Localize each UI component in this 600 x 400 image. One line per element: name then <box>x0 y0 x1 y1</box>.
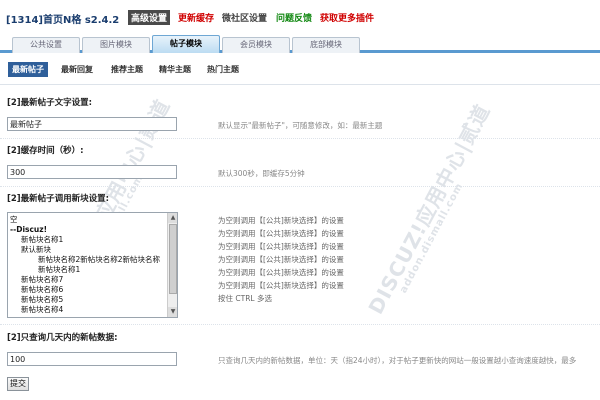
feedback-link[interactable]: 问题反馈 <box>276 11 312 24</box>
list-option[interactable]: 新帖块名称7 <box>21 275 63 285</box>
list-option[interactable]: 默认新块 <box>21 245 51 255</box>
list-option[interactable]: 新帖块名称2新帖块名称2新帖块名称 <box>38 255 166 265</box>
block-hint: 为空则调用【[公共]新块选择】的设置 <box>218 229 344 238</box>
cache-setting-hint: 默认300秒，即缓存5分钟 <box>218 169 305 178</box>
tab-image[interactable]: 图片模块 <box>82 37 150 53</box>
text-setting-hint: 默认显示"最新帖子"，可随意修改，如：最新主题 <box>218 121 383 130</box>
list-option[interactable]: 新帖块名称1 <box>38 265 80 275</box>
block-multiselect[interactable]: 空 --Discuz! 新帖块名称1 默认新块 新帖块名称2新帖块名称2新帖块名… <box>7 212 178 318</box>
block-hint: 为空则调用【[公共]新块选择】的设置 <box>218 268 344 277</box>
more-plugins-link[interactable]: 获取更多插件 <box>320 11 374 24</box>
list-option[interactable]: --Discuz! <box>10 225 47 235</box>
block-hint: 为空则调用【[公共]新块选择】的设置 <box>218 255 344 264</box>
divider <box>0 84 600 85</box>
watermark-right: DISCUZ!应用中心|贰道 <box>363 100 495 319</box>
days-input[interactable] <box>7 352 177 366</box>
advanced-settings-link[interactable]: 高级设置 <box>128 10 171 25</box>
submit-button[interactable]: 提交 <box>7 377 29 391</box>
scroll-down-arrow-icon[interactable]: ▼ <box>168 307 177 317</box>
scroll-thumb[interactable] <box>169 224 177 294</box>
list-option[interactable]: 新帖块名称4 <box>21 305 63 315</box>
subtab-digest[interactable]: 精华主题 <box>159 64 191 75</box>
list-option[interactable]: 空 <box>10 215 18 225</box>
tab-common[interactable]: 公共设置 <box>12 37 80 53</box>
days-setting-hint: 只查询几天内的新帖数据，单位：天（指24小时），对于帖子更新快的网站一般设置越小… <box>218 356 577 365</box>
header: [1314]首页N格 s2.4.2 高级设置 更新缓存 微社区设置 问题反馈 获… <box>0 0 600 33</box>
row-separator <box>0 138 600 139</box>
days-setting-label: [2]只查询几天内的新帖数据: <box>7 333 118 343</box>
micro-community-link[interactable]: 微社区设置 <box>222 11 267 24</box>
subtab-latest-threads[interactable]: 最新帖子 <box>8 62 48 77</box>
subtab-hot[interactable]: 热门主题 <box>207 64 239 75</box>
subtab-latest-replies[interactable]: 最新回复 <box>61 64 93 75</box>
list-option[interactable]: 新帖块名称6 <box>21 285 63 295</box>
list-option[interactable]: 新帖块名称1 <box>21 235 63 245</box>
subtab-recommended[interactable]: 推荐主题 <box>111 64 143 75</box>
scroll-up-arrow-icon[interactable]: ▲ <box>168 213 177 223</box>
row-separator <box>0 324 600 325</box>
block-hint: 为空则调用【[公共]新块选择】的设置 <box>218 281 344 290</box>
listbox-scrollbar[interactable]: ▲ ▼ <box>167 213 177 317</box>
plugin-title: [1314]首页N格 s2.4.2 <box>6 15 120 26</box>
block-setting-label: [2]最新帖子调用新块设置: <box>7 194 110 204</box>
text-setting-input[interactable] <box>7 117 177 131</box>
thread-subtabs: 最新帖子 最新回复 推荐主题 精华主题 热门主题 <box>0 62 600 78</box>
module-tabbar: 公共设置 图片模块 帖子模块 会员模块 底部模块 <box>0 33 600 53</box>
cache-time-input[interactable] <box>7 165 177 179</box>
tab-thread[interactable]: 帖子模块 <box>152 35 220 53</box>
list-option[interactable]: 新帖块名称5 <box>21 295 63 305</box>
ctrl-multiselect-hint: 按住 CTRL 多选 <box>218 294 272 303</box>
cache-setting-label: [2]缓存时间（秒）: <box>7 146 84 156</box>
tab-footer[interactable]: 底部模块 <box>292 37 360 53</box>
tab-member[interactable]: 会员模块 <box>222 37 290 53</box>
row-separator <box>0 186 600 187</box>
block-hint: 为空则调用【[公共]新块选择】的设置 <box>218 242 344 251</box>
block-hint: 为空则调用【[公共]新块选择】的设置 <box>218 216 344 225</box>
text-setting-label: [2]最新帖子文字设置: <box>7 98 93 108</box>
update-cache-link[interactable]: 更新缓存 <box>178 11 214 24</box>
